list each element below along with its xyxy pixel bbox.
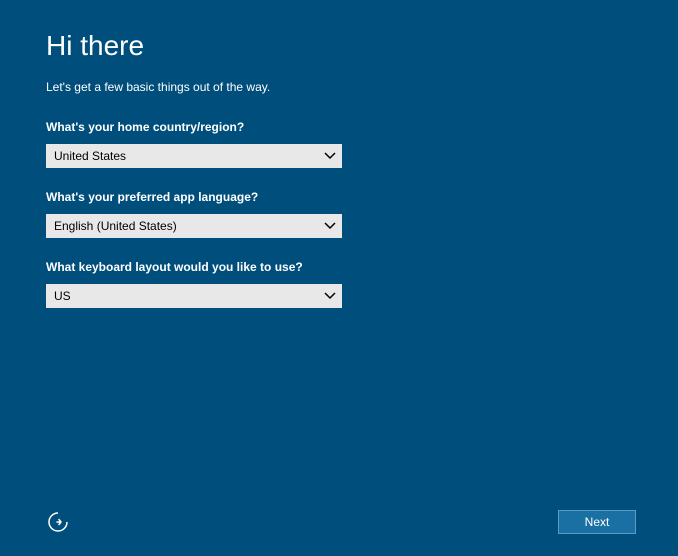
- country-label: What's your home country/region?: [46, 120, 632, 134]
- chevron-down-icon: [318, 144, 342, 168]
- page-title: Hi there: [46, 30, 632, 62]
- chevron-down-icon: [318, 284, 342, 308]
- keyboard-select[interactable]: US: [46, 284, 342, 308]
- country-select[interactable]: United States: [46, 144, 342, 168]
- language-label: What's your preferred app language?: [46, 190, 632, 204]
- chevron-down-icon: [318, 214, 342, 238]
- language-value: English (United States): [46, 219, 318, 233]
- keyboard-value: US: [46, 289, 318, 303]
- language-select[interactable]: English (United States): [46, 214, 342, 238]
- country-value: United States: [46, 149, 318, 163]
- next-button[interactable]: Next: [558, 510, 636, 534]
- ease-of-access-icon[interactable]: [46, 510, 70, 534]
- keyboard-label: What keyboard layout would you like to u…: [46, 260, 632, 274]
- page-subtitle: Let's get a few basic things out of the …: [46, 80, 632, 94]
